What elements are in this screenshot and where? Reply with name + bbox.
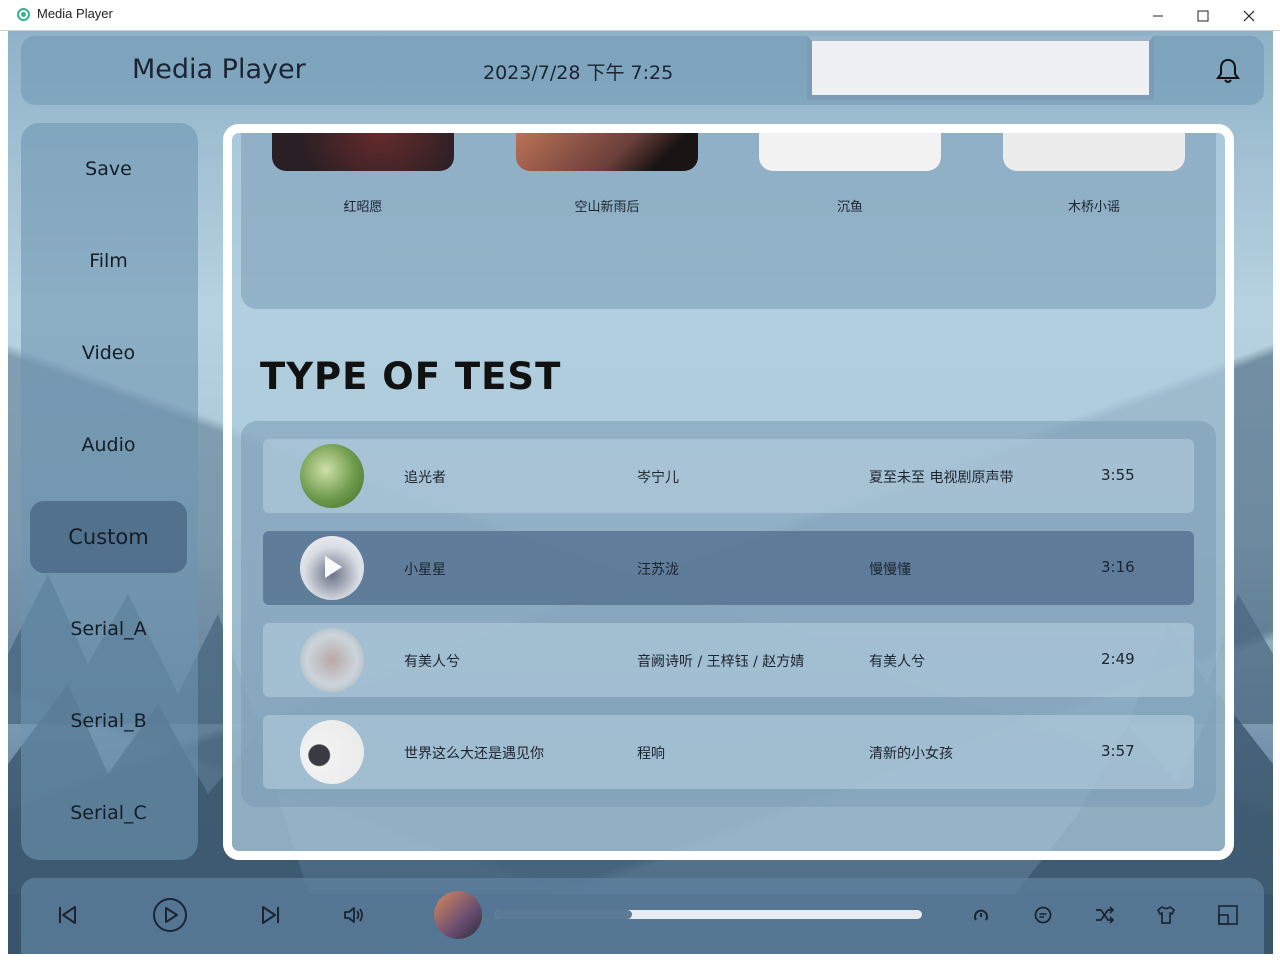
sidebar-item-custom[interactable]: Custom [30,501,187,573]
player-bar [21,878,1264,954]
album-cover[interactable] [272,133,454,171]
loop-button[interactable] [968,902,994,928]
minimize-icon [1153,15,1163,16]
song-cover [300,444,364,508]
bell-icon [1216,58,1240,83]
song-album: 清新的小女孩 [869,746,953,762]
window-titlebar: Media Player [0,0,1280,31]
previous-button[interactable] [54,902,80,928]
album-title[interactable]: 木桥小谣 [1003,196,1185,215]
song-title: 有美人兮 [404,654,460,670]
previous-icon [59,906,76,924]
sidebar: Save Film Video Audio Custom Serial_A Se… [21,123,198,860]
sidebar-item-serial-a[interactable]: Serial_A [30,593,187,665]
lyrics-icon [1034,906,1052,924]
song-row[interactable]: 有美人兮 音阙诗听 / 王梓钰 / 赵方婧 有美人兮 2:49 [263,623,1194,697]
minimize-button[interactable] [1135,0,1181,31]
datetime-display: 2023/7/28 下午 7:25 [483,62,674,84]
song-title: 追光者 [404,470,446,486]
sidebar-item-video[interactable]: Video [30,317,187,389]
progress-bar[interactable] [495,910,922,919]
notification-button[interactable] [1213,56,1243,86]
sidebar-item-serial-c[interactable]: Serial_C [30,777,187,849]
album-title[interactable]: 空山新雨后 [516,196,698,215]
sidebar-item-save[interactable]: Save [30,133,187,205]
app-window: Media Player 2023/7/28 下午 7:25 Save Film… [8,31,1273,954]
song-album: 慢慢懂 [869,562,911,578]
shuffle-button[interactable] [1092,902,1118,928]
maximize-button[interactable] [1180,0,1226,31]
song-artist: 汪苏泷 [637,562,679,578]
loop-icon [974,909,988,921]
volume-button[interactable] [341,902,367,928]
close-button[interactable] [1226,0,1272,31]
song-album: 夏至未至 电视剧原声带 [869,470,1014,486]
section-title: TYPE OF TEST [260,355,562,398]
song-duration: 3:55 [1101,466,1135,484]
song-artist: 音阙诗听 / 王梓钰 / 赵方婧 [637,654,805,670]
song-duration: 3:57 [1101,742,1135,760]
song-row[interactable]: 世界这么大还是遇见你 程响 清新的小女孩 3:57 [263,715,1194,789]
song-album: 有美人兮 [869,654,925,670]
song-title: 世界这么大还是遇见你 [404,746,544,762]
sidebar-item-audio[interactable]: Audio [30,409,187,481]
search-box[interactable] [807,36,1154,100]
close-icon [1243,10,1255,21]
album-title[interactable]: 红昭愿 [272,196,454,215]
song-artist: 岑宁儿 [637,470,679,486]
song-cover [300,536,364,600]
now-playing-cover[interactable] [434,891,482,939]
mini-mode-icon [1218,905,1238,925]
album-cover[interactable] [759,133,941,171]
song-duration: 2:49 [1101,650,1135,668]
song-row[interactable]: 追光者 岑宁儿 夏至未至 电视剧原声带 3:55 [263,439,1194,513]
song-artist: 程响 [637,746,665,762]
song-title: 小星星 [404,562,446,578]
window-title: Media Player [37,6,113,21]
play-icon[interactable] [325,556,342,578]
song-cover [300,628,364,692]
search-input[interactable] [812,41,1149,95]
album-cover[interactable] [1003,133,1185,171]
next-icon [262,906,279,924]
lyrics-button[interactable] [1030,902,1056,928]
shuffle-icon [1096,906,1115,924]
skin-icon [1157,906,1175,924]
sidebar-item-serial-b[interactable]: Serial_B [30,685,187,757]
maximize-icon [1197,10,1209,21]
next-button[interactable] [258,902,284,928]
song-list: 追光者 岑宁儿 夏至未至 电视剧原声带 3:55 小星星 汪苏泷 慢慢懂 3:1… [241,421,1216,807]
volume-icon [344,907,363,923]
app-logo-icon [17,8,30,21]
mini-mode-button[interactable] [1215,902,1241,928]
song-row[interactable]: 小星星 汪苏泷 慢慢懂 3:16 [263,531,1194,605]
app-title: Media Player [132,54,306,85]
main-content: 红昭愿 空山新雨后 沉鱼 木桥小谣 TYPE OF TEST 追光者 岑宁儿 夏… [223,124,1234,860]
play-button[interactable] [152,897,188,933]
skin-button[interactable] [1153,902,1179,928]
progress-fill [495,910,632,919]
app-header: Media Player 2023/7/28 下午 7:25 [21,36,1264,105]
song-duration: 3:16 [1101,558,1135,576]
play-icon [153,898,187,932]
album-grid: 红昭愿 空山新雨后 沉鱼 木桥小谣 [241,133,1216,309]
song-cover [300,720,364,784]
album-title[interactable]: 沉鱼 [759,196,941,215]
album-cover[interactable] [516,133,698,171]
sidebar-item-film[interactable]: Film [30,225,187,297]
